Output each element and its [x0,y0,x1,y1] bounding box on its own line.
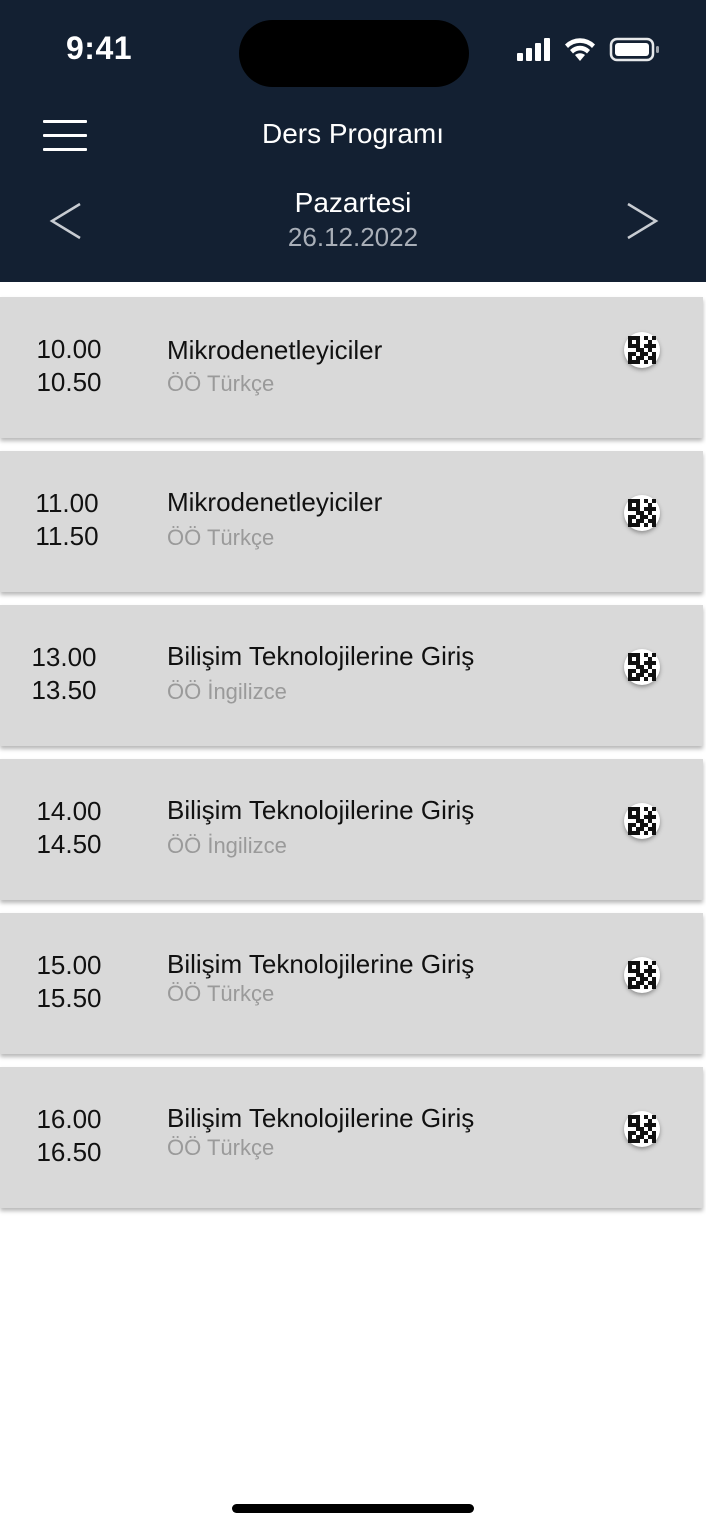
qr-code-button[interactable] [624,332,660,368]
status-time: 9:41 [66,30,133,66]
start-time: 16.00 [36,1104,102,1134]
status-icons [515,36,665,66]
qr-code-icon [628,807,656,835]
chevron-right-icon [627,202,659,240]
battery-icon [609,37,659,62]
course-info: ÖÖ Türkçe [167,525,275,550]
start-time: 15.00 [36,950,102,980]
time-range: 13.00 13.50 [9,641,119,707]
schedule-row[interactable]: 15.00 15.50 Bilişim Teknolojilerine Giri… [0,913,703,1054]
time-range: 10.00 10.50 [14,333,124,399]
end-time: 16.50 [36,1137,102,1167]
course-info: ÖÖ Türkçe [167,981,275,1006]
next-day-button[interactable] [622,196,662,246]
start-time: 14.00 [36,796,102,826]
course-name: Mikrodenetleyiciler [167,487,383,517]
qr-code-button[interactable] [624,957,660,993]
home-indicator [232,1504,474,1513]
schedule-row[interactable]: 13.00 13.50 Bilişim Teknolojilerine Giri… [0,605,703,746]
course-info: ÖÖ Türkçe [167,1135,275,1160]
schedule-row[interactable]: 11.00 11.50 Mikrodenetleyiciler ÖÖ Türkç… [0,451,703,592]
course-info: ÖÖ İngilizce [167,833,287,858]
wifi-icon [565,38,595,61]
end-time: 14.50 [36,829,102,859]
end-time: 11.50 [35,521,99,551]
qr-code-icon [628,653,656,681]
qr-code-icon [628,336,656,364]
dynamic-island [239,20,469,87]
qr-code-icon [628,961,656,989]
start-time: 11.00 [35,488,99,518]
start-time: 13.00 [31,642,97,672]
end-time: 15.50 [36,983,102,1013]
cellular-signal-icon [517,38,550,61]
schedule-row[interactable]: 14.00 14.50 Bilişim Teknolojilerine Giri… [0,759,703,900]
qr-code-icon [628,499,656,527]
course-info: ÖÖ Türkçe [167,371,275,396]
course-name: Bilişim Teknolojilerine Giriş [167,795,475,825]
end-time: 10.50 [36,367,102,397]
time-range: 16.00 16.50 [14,1103,124,1169]
app-header: 9:41 Ders Programı Pazartesi 26.12.2022 [0,0,706,282]
end-time: 13.50 [31,675,97,705]
qr-code-button[interactable] [624,495,660,531]
start-time: 10.00 [36,334,102,364]
time-range: 11.00 11.50 [12,487,122,553]
qr-code-button[interactable] [624,803,660,839]
day-date: 26.12.2022 [287,222,419,252]
qr-code-button[interactable] [624,1111,660,1147]
time-range: 15.00 15.50 [14,949,124,1015]
qr-code-icon [628,1115,656,1143]
course-name: Bilişim Teknolojilerine Giriş [167,1103,475,1133]
schedule-row[interactable]: 16.00 16.50 Bilişim Teknolojilerine Giri… [0,1067,703,1208]
day-name: Pazartesi [294,187,412,218]
course-name: Bilişim Teknolojilerine Giriş [167,641,475,671]
page-title: Ders Programı [261,118,445,149]
schedule-row[interactable]: 10.00 10.50 Mikrodenetleyiciler ÖÖ Türkç… [0,297,703,438]
qr-code-button[interactable] [624,649,660,685]
time-range: 14.00 14.50 [14,795,124,861]
course-info: ÖÖ İngilizce [167,679,287,704]
course-name: Mikrodenetleyiciler [167,335,383,365]
course-name: Bilişim Teknolojilerine Giriş [167,949,475,979]
